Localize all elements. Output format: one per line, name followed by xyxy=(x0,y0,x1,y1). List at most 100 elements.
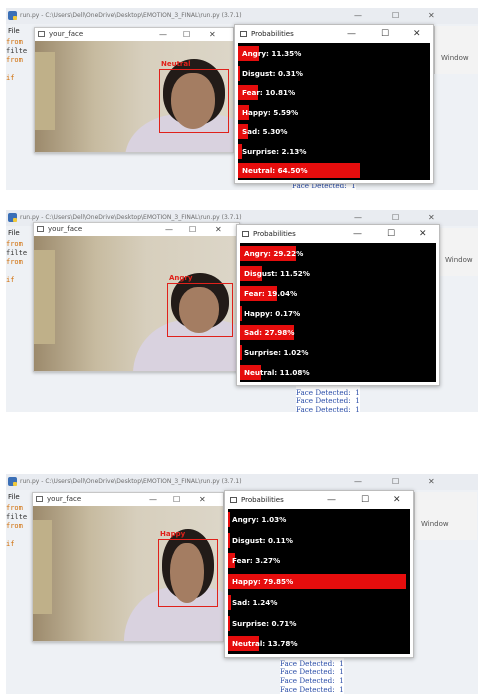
python-icon xyxy=(8,477,17,486)
probabilities-close-button[interactable]: ✕ xyxy=(419,225,427,243)
probabilities-window[interactable]: Probabilities — ☐ ✕ Angry: 29.22% Disgust: 11… xyxy=(236,224,440,386)
camera-window[interactable]: your_face — ☐ ✕ Neutral xyxy=(34,27,234,153)
probability-bar xyxy=(228,512,231,527)
window-icon xyxy=(38,31,45,37)
editor-maximize-button[interactable]: ☐ xyxy=(392,474,399,490)
probability-row: Happy: 79.85% xyxy=(228,573,410,590)
probability-row: Neutral: 13.78% xyxy=(228,635,410,652)
camera-window-title: your_face xyxy=(47,495,82,503)
camera-title-bar: your_face — ☐ ✕ xyxy=(34,223,239,236)
door-frame xyxy=(34,249,55,344)
code-line: filte xyxy=(6,249,28,257)
probability-label: Happy: 0.17% xyxy=(244,308,301,318)
code-line: from xyxy=(6,258,23,266)
emotion-label: Happy xyxy=(160,530,186,538)
webcam-feed: Happy xyxy=(33,506,223,641)
probability-row: Disgust: 0.11% xyxy=(228,532,410,549)
shell-line: Face Detected: 1 xyxy=(296,405,360,412)
camera-minimize-button[interactable]: — xyxy=(149,493,157,506)
probability-bar xyxy=(228,594,231,610)
editor-close-button[interactable]: ✕ xyxy=(428,474,435,490)
door-frame xyxy=(33,519,52,614)
probabilities-close-button[interactable]: ✕ xyxy=(393,491,401,509)
code-snippet: from filte from if xyxy=(6,38,36,83)
probabilities-title: Probabilities xyxy=(251,30,294,38)
probabilities-maximize-button[interactable]: ☐ xyxy=(381,25,389,43)
window-menu[interactable]: Window xyxy=(445,256,473,264)
camera-close-button[interactable]: ✕ xyxy=(199,493,206,506)
probability-row: Surprise: 1.02% xyxy=(240,344,436,361)
probabilities-maximize-button[interactable]: ☐ xyxy=(361,491,369,509)
probability-label: Fear: 3.27% xyxy=(232,556,281,566)
probability-row: Happy: 5.59% xyxy=(238,104,430,121)
probability-row: Sad: 27.98% xyxy=(240,324,436,341)
probability-label: Angry: 1.03% xyxy=(232,515,287,524)
probabilities-title: Probabilities xyxy=(253,230,296,238)
camera-window[interactable]: your_face — ☐ ✕ Happy xyxy=(32,492,224,642)
side-panel: Window xyxy=(434,26,478,74)
probability-label: Disgust: 11.52% xyxy=(244,268,310,278)
probability-label: Neutral: 64.50% xyxy=(242,166,308,176)
camera-window[interactable]: your_face — ☐ ✕ Angry xyxy=(33,222,240,372)
probability-row: Disgust: 0.31% xyxy=(238,65,430,82)
probability-row: Fear: 10.81% xyxy=(238,84,430,101)
camera-maximize-button[interactable]: ☐ xyxy=(173,493,180,506)
python-icon xyxy=(8,11,17,20)
probability-label: Surprise: 0.71% xyxy=(232,618,297,628)
probability-label: Angry: 29.22% xyxy=(244,249,304,258)
window-icon xyxy=(36,496,43,502)
probabilities-minimize-button[interactable]: — xyxy=(353,225,362,243)
code-line: if xyxy=(6,74,15,82)
probability-canvas: Angry: 1.03% Disgust: 0.11% Fear: 3.27% Hap… xyxy=(228,509,410,654)
shell-line: Face Detected: 1 xyxy=(280,684,344,694)
editor-minimize-button[interactable]: — xyxy=(354,8,362,24)
camera-minimize-button[interactable]: — xyxy=(159,28,167,41)
editor-title: run.py - C:\Users\Dell\OneDrive\Desktop\… xyxy=(20,214,242,221)
probability-bar xyxy=(240,305,242,321)
window-menu[interactable]: Window xyxy=(441,54,469,62)
editor-maximize-button[interactable]: ☐ xyxy=(392,8,399,24)
probabilities-title: Probabilities xyxy=(241,496,284,504)
probability-label: Fear: 10.81% xyxy=(242,88,296,98)
probability-label: Disgust: 0.11% xyxy=(232,535,293,545)
probabilities-maximize-button[interactable]: ☐ xyxy=(387,225,395,243)
window-icon xyxy=(240,31,247,37)
probability-label: Happy: 5.59% xyxy=(242,107,299,117)
camera-minimize-button[interactable]: — xyxy=(165,223,173,236)
probabilities-close-button[interactable]: ✕ xyxy=(413,25,421,43)
probability-canvas: Angry: 11.35% Disgust: 0.31% Fear: 10.81% H… xyxy=(238,43,430,180)
probabilities-window[interactable]: Probabilities — ☐ ✕ Angry: 1.03% Disgust: 0.1… xyxy=(224,490,414,658)
probability-bar xyxy=(238,65,240,81)
camera-maximize-button[interactable]: ☐ xyxy=(183,28,190,41)
camera-close-button[interactable]: ✕ xyxy=(215,223,222,236)
probability-label: Fear: 19.04% xyxy=(244,288,298,298)
editor-minimize-button[interactable]: — xyxy=(354,474,362,490)
code-line: from xyxy=(6,240,23,248)
camera-title-bar: your_face — ☐ ✕ xyxy=(33,493,223,506)
probabilities-window[interactable]: Probabilities — ☐ ✕ Angry: 11.35% Disgust: 0.… xyxy=(234,24,434,184)
window-menu[interactable]: Window xyxy=(421,520,449,528)
screenshot-panel: run.py - C:\Users\Dell\OneDrive\Desktop\… xyxy=(0,210,478,412)
window-icon xyxy=(37,226,44,232)
probabilities-minimize-button[interactable]: — xyxy=(347,25,356,43)
webcam-feed: Angry xyxy=(34,236,239,371)
probability-bar xyxy=(228,615,230,631)
screenshot-panel: run.py - C:\Users\Dell\OneDrive\Desktop\… xyxy=(0,8,478,190)
probabilities-minimize-button[interactable]: — xyxy=(327,491,336,509)
probability-row: Neutral: 64.50% xyxy=(238,162,430,179)
probability-label: Disgust: 0.31% xyxy=(242,68,303,78)
camera-maximize-button[interactable]: ☐ xyxy=(189,223,196,236)
probability-row: Sad: 1.24% xyxy=(228,594,410,611)
code-line: filte xyxy=(6,47,28,55)
probability-row: Fear: 19.04% xyxy=(240,285,436,302)
camera-close-button[interactable]: ✕ xyxy=(209,28,216,41)
editor-close-button[interactable]: ✕ xyxy=(428,8,435,24)
probability-row: Surprise: 0.71% xyxy=(228,615,410,632)
probability-label: Surprise: 2.13% xyxy=(242,146,307,156)
probability-label: Angry: 11.35% xyxy=(242,49,302,58)
window-icon xyxy=(242,231,249,237)
face-detection-box xyxy=(167,283,233,337)
emotion-label: Angry xyxy=(169,274,193,282)
probability-label: Sad: 27.98% xyxy=(244,328,295,338)
